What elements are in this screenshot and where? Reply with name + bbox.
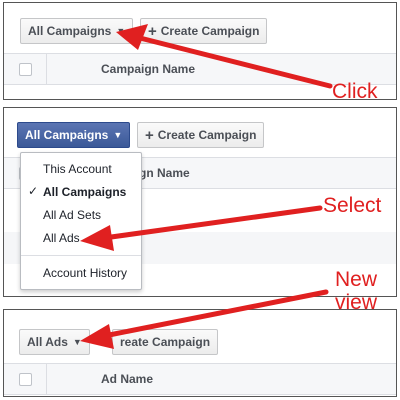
caret-down-icon: ▼ (113, 130, 123, 140)
menu-separator (21, 255, 141, 256)
menu-item-account-history[interactable]: Account History (21, 263, 141, 283)
create-campaign-button[interactable]: + Create Campaign (137, 122, 265, 148)
column-header-ad-name[interactable]: Ad Name (101, 372, 153, 386)
menu-item-all-ads[interactable]: All Ads (21, 228, 141, 248)
column-divider (46, 364, 47, 394)
dropdown-label: All Campaigns (25, 128, 109, 142)
all-campaigns-dropdown[interactable]: All Campaigns ▼ (20, 18, 134, 44)
plus-icon: + (145, 126, 154, 144)
menu-item-this-account[interactable]: This Account (21, 159, 141, 179)
annotation-select: Select (323, 194, 382, 217)
annotation-click: Click (332, 80, 378, 103)
check-icon: ✓ (28, 184, 39, 198)
caret-down-icon: ▼ (116, 26, 126, 36)
table-header: Ad Name (4, 363, 396, 395)
menu-item-label: Account History (43, 266, 128, 280)
plus-icon: + (148, 22, 157, 40)
select-all-checkbox[interactable] (19, 373, 32, 386)
annotation-new-view: New view (335, 268, 377, 314)
create-campaign-label: reate Campaign (120, 335, 211, 349)
annotation-new-view-line1: New (335, 268, 378, 291)
all-campaigns-dropdown-open[interactable]: All Campaigns ▼ (17, 122, 131, 148)
menu-item-all-campaigns[interactable]: ✓ All Campaigns (21, 182, 141, 202)
level-dropdown-menu: This Account ✓ All Campaigns All Ad Sets… (20, 152, 142, 290)
create-campaign-label: Create Campaign (160, 24, 260, 38)
dropdown-label: All Ads (27, 335, 68, 349)
annotation-new-view-line2: view (335, 291, 378, 315)
dropdown-label: All Campaigns (28, 24, 112, 38)
panel-step-new-view: All Ads ▼ reate Campaign Ad Name (3, 309, 397, 397)
create-campaign-label: Create Campaign (157, 128, 257, 142)
select-all-checkbox[interactable] (19, 63, 32, 76)
caret-down-icon: ▼ (72, 337, 82, 347)
menu-item-label: All Campaigns (43, 185, 127, 199)
menu-item-label: All Ad Sets (43, 208, 102, 222)
menu-item-label: All Ads (43, 231, 80, 245)
create-campaign-button[interactable]: + Create Campaign (140, 18, 268, 44)
create-campaign-button[interactable]: reate Campaign (112, 329, 219, 355)
column-header-campaign-name[interactable]: Campaign Name (101, 62, 195, 76)
column-divider (46, 54, 47, 84)
menu-item-all-ad-sets[interactable]: All Ad Sets (21, 205, 141, 225)
all-ads-dropdown[interactable]: All Ads ▼ (19, 329, 90, 355)
menu-item-label: This Account (43, 162, 112, 176)
